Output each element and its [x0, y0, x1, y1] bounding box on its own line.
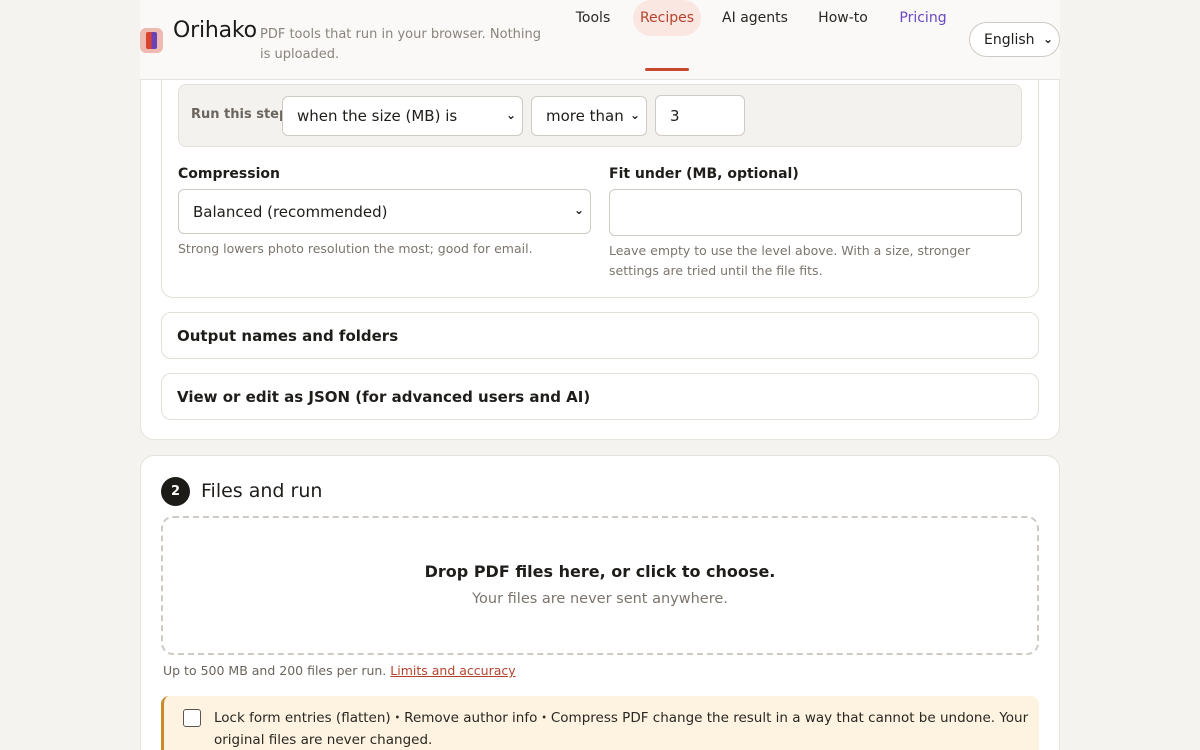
chevron-down-icon: ⌄: [573, 203, 584, 217]
files-section-title: Files and run: [201, 480, 323, 502]
file-dropzone[interactable]: [161, 516, 1039, 655]
fit-under-input[interactable]: [609, 189, 1022, 236]
limits-note: Up to 500 MB and 200 files per run. Limi…: [163, 663, 516, 678]
nav-tools[interactable]: Tools: [564, 0, 622, 36]
compression-label: Compression: [178, 166, 280, 182]
dropzone-title: Drop PDF files here, or click to choose.: [424, 562, 776, 581]
brand-name[interactable]: Orihako: [173, 18, 257, 43]
tagline: PDF tools that run in your browser. Noth…: [260, 27, 542, 62]
compression-select[interactable]: Balanced (recommended) ⌄: [178, 189, 591, 234]
condition-label: Run this step: [191, 107, 289, 122]
language-select[interactable]: English ⌄: [969, 22, 1060, 57]
dropzone-subtitle: Your files are never sent anywhere.: [472, 591, 728, 607]
chevron-down-icon: ⌄: [505, 108, 516, 122]
condition-operator-select[interactable]: more than ⌄: [531, 96, 647, 136]
nav-how-to[interactable]: How-to: [808, 0, 878, 36]
json-edit-accordion[interactable]: View or edit as JSON (for advanced users…: [161, 373, 1039, 420]
limits-link[interactable]: Limits and accuracy: [390, 663, 515, 678]
fit-under-help: Leave empty to use the level above. With…: [609, 243, 971, 278]
active-nav-underline: [645, 68, 689, 71]
condition-value-input[interactable]: 3: [655, 95, 745, 136]
chevron-down-icon: ⌄: [629, 108, 640, 122]
nav-ai-agents[interactable]: AI agents: [715, 0, 795, 36]
site-header: Orihako PDF tools that run in your brows…: [140, 0, 1060, 80]
orihako-logo-icon[interactable]: [140, 28, 163, 53]
fit-under-label: Fit under (MB, optional): [609, 166, 799, 182]
confirm-checkbox[interactable]: [183, 709, 201, 727]
compression-help: Strong lowers photo resolution the most;…: [178, 241, 533, 256]
output-names-accordion[interactable]: Output names and folders: [161, 312, 1039, 359]
condition-field-select[interactable]: when the size (MB) is ⌄: [282, 96, 523, 136]
chevron-down-icon: ⌄: [1042, 32, 1053, 46]
nav-recipes[interactable]: Recipes: [633, 0, 701, 36]
warning-text: Lock form entries (flatten)・Remove autho…: [214, 710, 1029, 748]
nav-pricing[interactable]: Pricing: [891, 0, 955, 36]
step-number-badge: 2: [161, 477, 190, 506]
